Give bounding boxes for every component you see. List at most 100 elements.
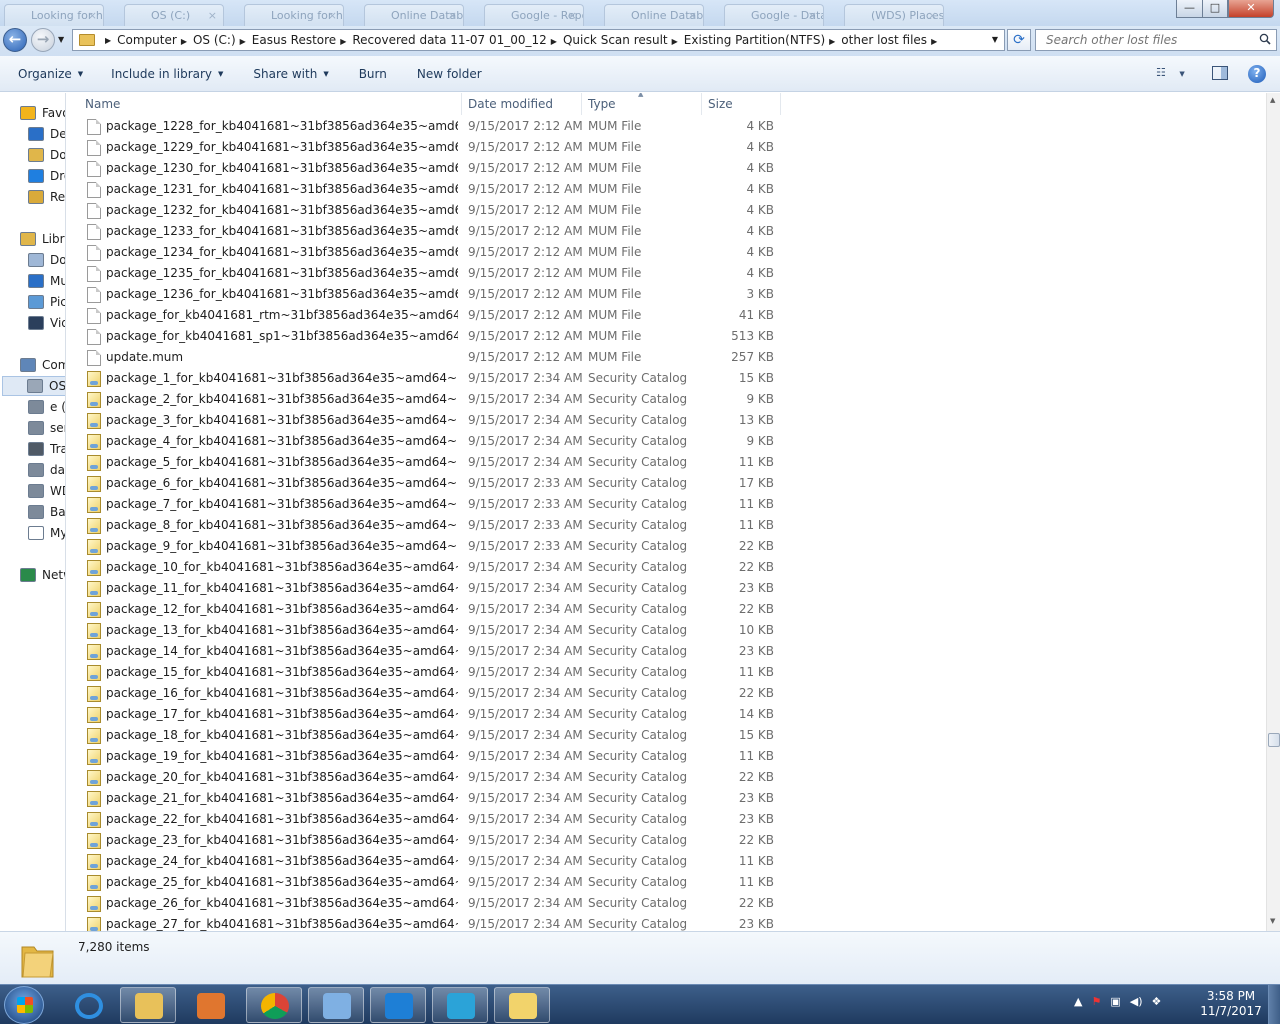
breadcrumb-item[interactable]: OS (C:)	[193, 33, 236, 47]
taskbar-app-button[interactable]	[60, 987, 116, 1023]
close-button[interactable]: ✕	[1228, 0, 1274, 18]
nav-item[interactable]: Tra	[28, 439, 65, 459]
file-row[interactable]: package_17_for_kb4041681~31bf3856ad364e3…	[67, 704, 1266, 725]
nav-item[interactable]: Dropbox	[28, 166, 65, 186]
file-row[interactable]: package_23_for_kb4041681~31bf3856ad364e3…	[67, 830, 1266, 851]
file-row[interactable]: package_for_kb4041681_sp1~31bf3856ad364e…	[67, 326, 1266, 347]
close-tab-icon[interactable]: ×	[448, 9, 457, 22]
scrollbar-thumb[interactable]	[1268, 733, 1280, 747]
chevron-right-icon[interactable]: ▶	[829, 37, 835, 46]
burn-button[interactable]: Burn	[359, 67, 387, 81]
breadcrumb-item[interactable]: Easus Restore	[252, 33, 336, 47]
nav-item[interactable]: WD	[28, 481, 65, 501]
taskbar-app-button[interactable]	[370, 987, 426, 1023]
file-row[interactable]: package_3_for_kb4041681~31bf3856ad364e35…	[67, 410, 1266, 431]
file-row[interactable]: package_1231_for_kb4041681~31bf3856ad364…	[67, 179, 1266, 200]
nav-item[interactable]: Network	[20, 565, 65, 585]
nav-item[interactable]: Computer	[20, 355, 65, 375]
file-row[interactable]: package_4_for_kb4041681~31bf3856ad364e35…	[67, 431, 1266, 452]
browser-tab[interactable]: Google - DataPro×	[724, 4, 824, 26]
file-row[interactable]: update.mum 9/15/2017 2:12 AM MUM File 257 K…	[67, 347, 1266, 368]
forward-button[interactable]: →	[31, 28, 55, 52]
change-view-button[interactable]: ☷ ▼	[1156, 66, 1185, 79]
scroll-down-icon[interactable]: ▼	[1270, 917, 1275, 925]
chevron-right-icon[interactable]: ▶	[340, 37, 346, 46]
chevron-right-icon[interactable]: ▶	[240, 37, 246, 46]
network-icon[interactable]: ▣	[1110, 995, 1120, 1008]
file-row[interactable]: package_1233_for_kb4041681~31bf3856ad364…	[67, 221, 1266, 242]
nav-item[interactable]: Music	[28, 271, 65, 291]
maximize-button[interactable]: □	[1202, 0, 1228, 18]
file-row[interactable]: package_27_for_kb4041681~31bf3856ad364e3…	[67, 914, 1266, 931]
breadcrumb-item[interactable]: Quick Scan result	[563, 33, 668, 47]
file-row[interactable]: package_1235_for_kb4041681~31bf3856ad364…	[67, 263, 1266, 284]
file-row[interactable]: package_11_for_kb4041681~31bf3856ad364e3…	[67, 578, 1266, 599]
organize-button[interactable]: Organize ▼	[18, 67, 83, 81]
nav-item[interactable]: OS (C:)	[2, 376, 65, 396]
action-center-flag-icon[interactable]: ⚑	[1091, 995, 1101, 1008]
nav-item[interactable]: My	[28, 523, 65, 543]
browser-tab[interactable]: (WDS) Places ×	[844, 4, 944, 26]
file-row[interactable]: package_18_for_kb4041681~31bf3856ad364e3…	[67, 725, 1266, 746]
breadcrumb-item[interactable]: Recovered data 11-07 01_00_12	[352, 33, 546, 47]
chevron-right-icon[interactable]: ▶	[551, 37, 557, 46]
start-button[interactable]	[4, 986, 44, 1024]
close-tab-icon[interactable]: ×	[88, 9, 97, 22]
volume-icon[interactable]: ◀)	[1130, 995, 1143, 1008]
file-row[interactable]: package_26_for_kb4041681~31bf3856ad364e3…	[67, 893, 1266, 914]
file-row[interactable]: package_1232_for_kb4041681~31bf3856ad364…	[67, 200, 1266, 221]
address-history-dropdown[interactable]: ▼	[992, 35, 998, 44]
file-row[interactable]: package_19_for_kb4041681~31bf3856ad364e3…	[67, 746, 1266, 767]
browser-tab[interactable]: Google - Report×	[484, 4, 584, 26]
close-tab-icon[interactable]: ×	[568, 9, 577, 22]
chevron-right-icon[interactable]: ▶	[672, 37, 678, 46]
file-row[interactable]: package_9_for_kb4041681~31bf3856ad364e35…	[67, 536, 1266, 557]
dropbox-icon[interactable]: ❖	[1152, 995, 1162, 1008]
file-row[interactable]: package_16_for_kb4041681~31bf3856ad364e3…	[67, 683, 1266, 704]
browser-tab[interactable]: Looking for help×	[4, 4, 104, 26]
file-row[interactable]: package_10_for_kb4041681~31bf3856ad364e3…	[67, 557, 1266, 578]
close-tab-icon[interactable]: ×	[688, 9, 697, 22]
column-header-name[interactable]: Name	[67, 93, 462, 115]
nav-item[interactable]: e (	[28, 397, 65, 417]
recent-pages-dropdown[interactable]: ▼	[58, 35, 64, 44]
column-header-date-modified[interactable]: Date modified	[462, 93, 582, 115]
nav-item[interactable]: Pictures	[28, 292, 65, 312]
chevron-right-icon[interactable]: ▶	[931, 37, 937, 46]
taskbar-app-button[interactable]	[120, 987, 176, 1023]
close-tab-icon[interactable]: ×	[208, 9, 217, 22]
address-bar[interactable]: ▶ Computer ▶ OS (C:) ▶ Easus Restore ▶ Recover…	[72, 29, 1005, 51]
scroll-up-icon[interactable]: ▲	[1270, 96, 1275, 104]
file-row[interactable]: package_15_for_kb4041681~31bf3856ad364e3…	[67, 662, 1266, 683]
browser-tab[interactable]: Looking for help×	[244, 4, 344, 26]
vertical-scrollbar[interactable]: ▲ ▼	[1266, 93, 1280, 931]
close-tab-icon[interactable]: ×	[808, 9, 817, 22]
taskbar-app-button[interactable]	[246, 987, 302, 1023]
new-folder-button[interactable]: New folder	[417, 67, 482, 81]
nav-item[interactable]: Videos	[28, 313, 65, 333]
file-row[interactable]: package_7_for_kb4041681~31bf3856ad364e35…	[67, 494, 1266, 515]
nav-item[interactable]: dat	[28, 460, 65, 480]
file-row[interactable]: package_1228_for_kb4041681~31bf3856ad364…	[67, 116, 1266, 137]
chevron-right-icon[interactable]: ▶	[181, 37, 187, 46]
file-row[interactable]: package_8_for_kb4041681~31bf3856ad364e35…	[67, 515, 1266, 536]
show-hidden-icons-icon[interactable]: ▲	[1074, 995, 1082, 1008]
file-row[interactable]: package_2_for_kb4041681~31bf3856ad364e35…	[67, 389, 1266, 410]
search-input[interactable]	[1046, 33, 1246, 47]
nav-item[interactable]: Recent Places	[28, 187, 65, 207]
clock[interactable]: 3:58 PM 11/7/2017	[1198, 989, 1264, 1019]
taskbar-app-button[interactable]	[182, 987, 238, 1023]
file-row[interactable]: package_25_for_kb4041681~31bf3856ad364e3…	[67, 872, 1266, 893]
nav-item[interactable]: Libraries	[20, 229, 65, 249]
file-row[interactable]: package_13_for_kb4041681~31bf3856ad364e3…	[67, 620, 1266, 641]
browser-tab[interactable]: Online Database×	[364, 4, 464, 26]
nav-item[interactable]: Documents	[28, 250, 65, 270]
browser-tab[interactable]: OS (C:) ×	[124, 4, 224, 26]
file-row[interactable]: package_12_for_kb4041681~31bf3856ad364e3…	[67, 599, 1266, 620]
minimize-button[interactable]: —	[1176, 0, 1203, 18]
include-in-library-button[interactable]: Include in library ▼	[111, 67, 223, 81]
file-row[interactable]: package_1236_for_kb4041681~31bf3856ad364…	[67, 284, 1266, 305]
file-row[interactable]: package_5_for_kb4041681~31bf3856ad364e35…	[67, 452, 1266, 473]
show-desktop-button[interactable]	[1268, 985, 1280, 1024]
browser-tab[interactable]: Online Database×	[604, 4, 704, 26]
